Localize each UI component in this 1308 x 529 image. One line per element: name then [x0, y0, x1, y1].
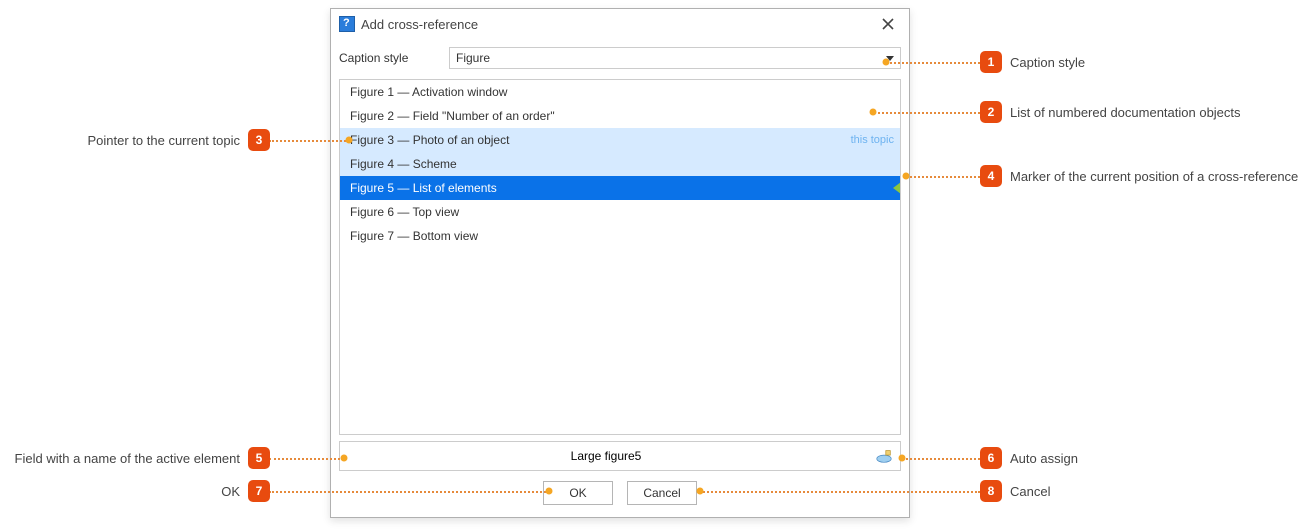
callout-label: Cancel — [1010, 484, 1050, 499]
ok-button[interactable]: OK — [543, 481, 613, 505]
connector-line — [873, 112, 980, 114]
cancel-button[interactable]: Cancel — [627, 481, 697, 505]
dialog-title: Add cross-reference — [361, 17, 478, 32]
connector-dot — [341, 455, 348, 462]
caption-style-value: Figure — [456, 51, 490, 65]
callout-2: 2 List of numbered documentation objects — [980, 101, 1241, 123]
list-item[interactable]: Figure 2 — Field "Number of an order" — [340, 104, 900, 128]
callout-label: Marker of the current position of a cros… — [1010, 169, 1298, 184]
callout-label: Field with a name of the active element — [15, 451, 240, 466]
connector-dot — [899, 455, 906, 462]
callout-badge: 7 — [248, 480, 270, 502]
callout-label: Caption style — [1010, 55, 1085, 70]
callout-label: Pointer to the current topic — [88, 133, 240, 148]
connector-line — [906, 176, 980, 178]
list-item[interactable]: Figure 6 — Top view — [340, 200, 900, 224]
callout-badge: 6 — [980, 447, 1002, 469]
position-marker-icon — [893, 182, 901, 194]
this-topic-badge: this topic — [851, 128, 894, 152]
callout-3: Pointer to the current topic 3 — [82, 129, 270, 151]
callout-badge: 2 — [980, 101, 1002, 123]
callout-label: List of numbered documentation objects — [1010, 105, 1241, 120]
caption-style-label: Caption style — [339, 51, 439, 65]
connector-line — [269, 140, 349, 142]
add-cross-reference-dialog: Add cross-reference Caption style Figure… — [330, 8, 910, 518]
callout-badge: 5 — [248, 447, 270, 469]
connector-line — [886, 62, 980, 64]
callout-badge: 3 — [248, 129, 270, 151]
list-item[interactable]: Figure 1 — Activation window — [340, 80, 900, 104]
list-item-selected[interactable]: Figure 5 — List of elements — [340, 176, 900, 200]
callout-badge: 1 — [980, 51, 1002, 73]
titlebar: Add cross-reference — [331, 9, 909, 39]
name-field-row — [339, 441, 901, 471]
connector-dot — [697, 488, 704, 495]
connector-dot — [546, 488, 553, 495]
connector-line — [902, 458, 980, 460]
auto-assign-button[interactable] — [872, 446, 896, 466]
list-item[interactable]: Figure 7 — Bottom view — [340, 224, 900, 248]
element-name-input[interactable] — [340, 448, 872, 464]
callout-8: 8 Cancel — [980, 480, 1050, 502]
caption-style-select[interactable]: Figure — [449, 47, 901, 69]
connector-dot — [883, 59, 890, 66]
callout-1: 1 Caption style — [980, 51, 1085, 73]
callout-5: Field with a name of the active element … — [4, 447, 270, 469]
callout-4: 4 Marker of the current position of a cr… — [980, 165, 1298, 187]
auto-assign-icon — [875, 448, 893, 464]
connector-line — [269, 491, 549, 493]
connector-line — [269, 458, 344, 460]
connector-dot — [903, 173, 910, 180]
callout-6: 6 Auto assign — [980, 447, 1078, 469]
app-icon — [339, 16, 355, 32]
callout-label: Auto assign — [1010, 451, 1078, 466]
connector-dot — [346, 137, 353, 144]
callout-7: OK 7 — [200, 480, 270, 502]
object-list[interactable]: Figure 1 — Activation window Figure 2 — … — [339, 79, 901, 435]
close-icon[interactable] — [875, 14, 901, 34]
connector-line — [700, 491, 980, 493]
list-item[interactable]: Figure 3 — Photo of an object this topic — [340, 128, 900, 152]
callout-badge: 8 — [980, 480, 1002, 502]
list-item[interactable]: Figure 4 — Scheme — [340, 152, 900, 176]
callout-label: OK — [221, 484, 240, 499]
connector-dot — [870, 109, 877, 116]
callout-badge: 4 — [980, 165, 1002, 187]
